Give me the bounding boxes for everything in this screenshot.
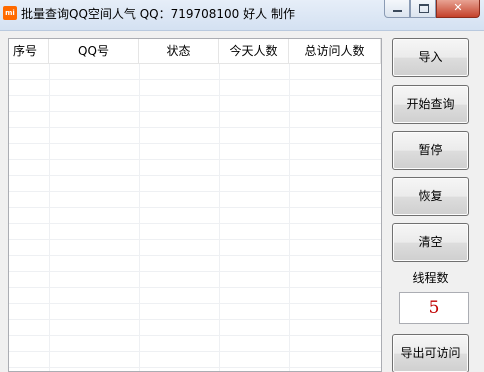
results-list[interactable]: 序号 QQ号 状态 今天人数 总访问人数 bbox=[8, 38, 382, 372]
list-body[interactable] bbox=[9, 64, 382, 372]
thread-count-input[interactable]: 5 bbox=[399, 292, 469, 324]
maximize-icon bbox=[419, 4, 429, 13]
minimize-button[interactable] bbox=[384, 0, 410, 18]
column-header-status[interactable]: 状态 bbox=[139, 39, 219, 63]
maximize-button[interactable] bbox=[410, 0, 436, 18]
export-accessible-button[interactable]: 导出可访问 bbox=[392, 334, 469, 372]
window-title: 批量查询QQ空间人气 QQ：719708100 好人 制作 bbox=[21, 7, 295, 21]
column-header-total-visits[interactable]: 总访问人数 bbox=[289, 39, 381, 63]
start-query-button[interactable]: 开始查询 bbox=[392, 85, 469, 124]
import-button[interactable]: 导入 bbox=[392, 38, 469, 77]
pause-button[interactable]: 暂停 bbox=[392, 131, 469, 170]
column-header-today-count[interactable]: 今天人数 bbox=[219, 39, 289, 63]
list-header: 序号 QQ号 状态 今天人数 总访问人数 bbox=[9, 39, 381, 64]
app-icon: mi bbox=[3, 6, 17, 20]
resume-button[interactable]: 恢复 bbox=[392, 177, 469, 216]
column-gridline bbox=[289, 64, 290, 371]
column-gridline bbox=[139, 64, 140, 371]
minimize-icon bbox=[393, 10, 402, 12]
close-icon: ✕ bbox=[453, 1, 463, 14]
column-header-qq[interactable]: QQ号 bbox=[49, 39, 139, 63]
thread-count-label: 线程数 bbox=[412, 271, 449, 285]
main-window: mi 批量查询QQ空间人气 QQ：719708100 好人 制作 ✕ 序号 QQ… bbox=[0, 0, 484, 372]
column-gridline bbox=[49, 64, 50, 371]
column-gridline bbox=[219, 64, 220, 371]
column-header-index[interactable]: 序号 bbox=[9, 39, 49, 63]
window-controls: ✕ bbox=[384, 0, 480, 20]
title-bar[interactable]: mi 批量查询QQ空间人气 QQ：719708100 好人 制作 ✕ bbox=[0, 0, 484, 31]
close-button[interactable]: ✕ bbox=[436, 0, 480, 18]
column-gridline bbox=[381, 64, 382, 372]
clear-button[interactable]: 清空 bbox=[392, 223, 469, 262]
